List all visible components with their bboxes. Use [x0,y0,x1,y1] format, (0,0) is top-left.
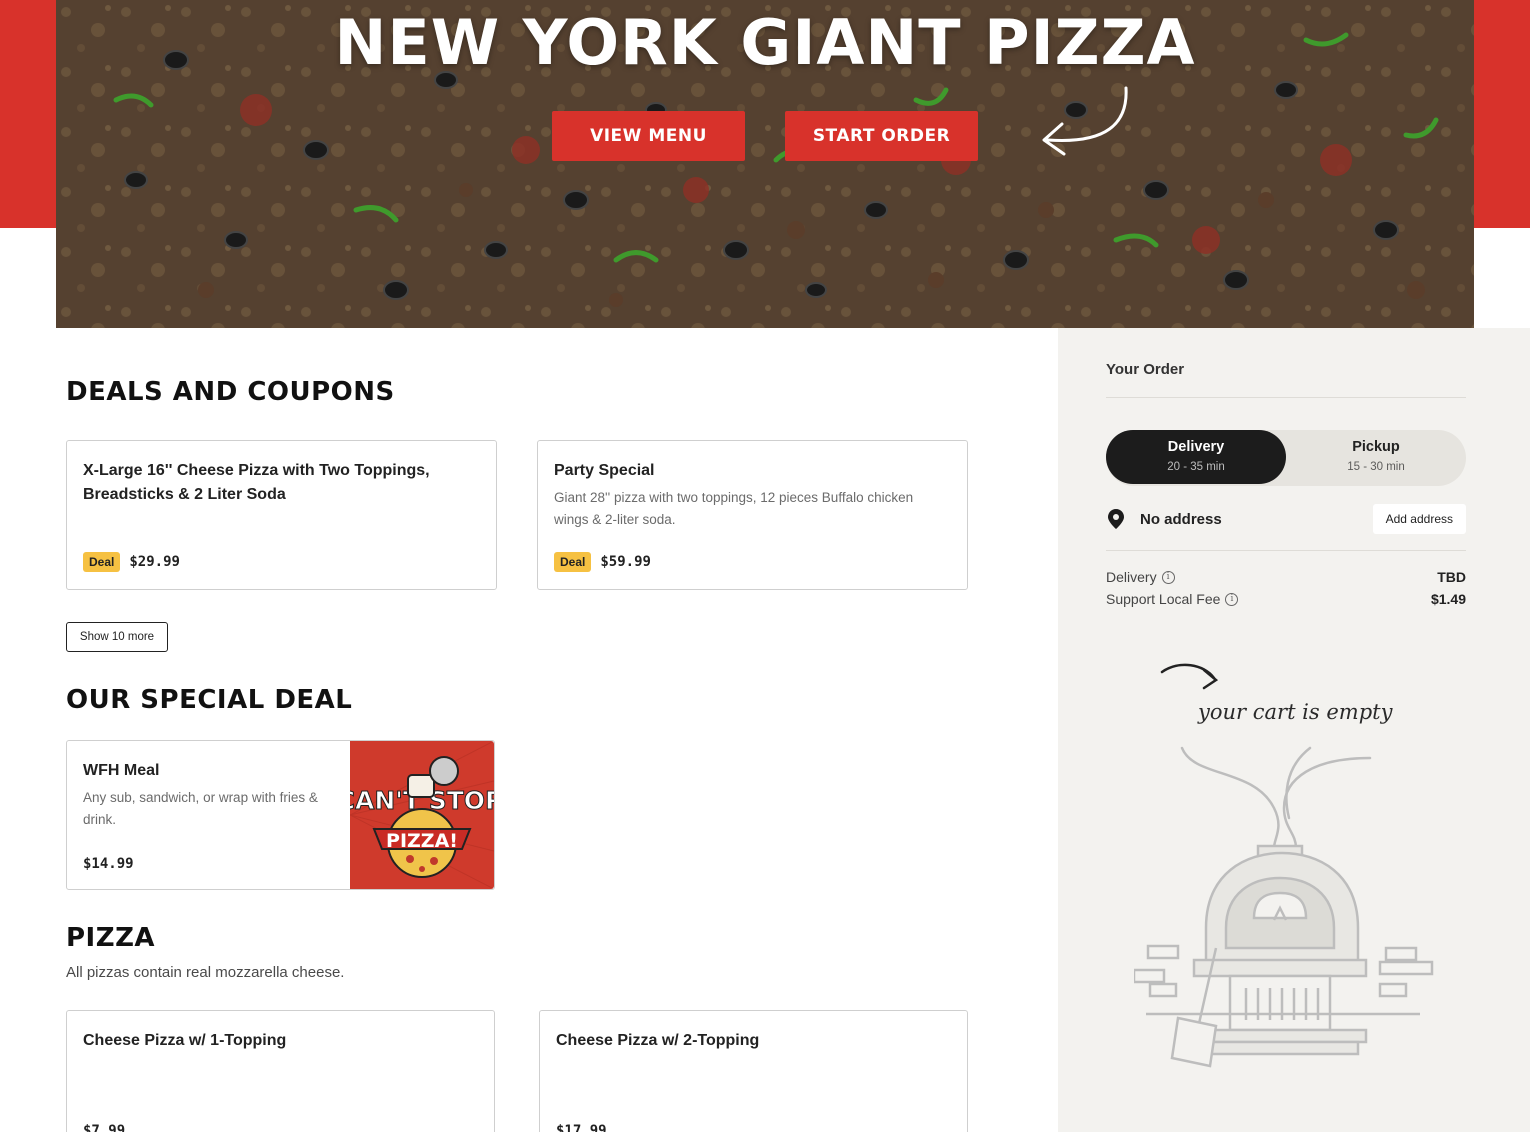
deal-card-footer: Deal $59.99 [554,552,651,572]
pickup-option-label: Pickup [1352,439,1400,455]
fee-label: Delivery i [1106,569,1175,585]
divider [1106,397,1466,398]
pizza-item-footer: $17.99 [556,1123,607,1132]
special-card-footer: $14.99 [83,856,134,872]
pizza-item-price: $7.99 [83,1123,126,1132]
special-card-description: Any sub, sandwich, or wrap with fries & … [83,790,318,827]
fulfillment-toggle: Delivery 20 - 35 min Pickup 15 - 30 min [1106,430,1466,486]
deal-card[interactable]: X-Large 16'' Cheese Pizza with Two Toppi… [66,440,497,590]
curved-arrow-icon [1042,86,1128,156]
pizza-item-title: Cheese Pizza w/ 2-Topping [556,1032,760,1049]
deal-badge: Deal [554,552,592,572]
pizza-item-title: Cheese Pizza w/ 1-Topping [83,1032,287,1049]
delivery-option-label: Delivery [1167,439,1225,455]
pizza-section-subtitle: All pizzas contain real mozzarella chees… [66,964,345,981]
pickup-option[interactable]: Pickup 15 - 30 min [1286,430,1466,484]
fee-label-text: Delivery [1106,569,1157,585]
cant-stop-pizza-image: CAN'T STOP PIZZA! [350,741,494,889]
view-menu-button[interactable]: VIEW MENU [552,111,745,161]
start-order-button[interactable]: START ORDER [785,111,978,161]
pizza-item-card[interactable]: Cheese Pizza w/ 1-Topping $7.99 [66,1010,495,1132]
deal-badge: Deal [83,552,121,572]
deal-card-description: Giant 28'' pizza with two toppings, 12 p… [554,490,914,527]
pizza-item-price: $17.99 [556,1123,607,1132]
special-deal-card[interactable]: WFH Meal Any sub, sandwich, or wrap with… [66,740,495,890]
info-icon[interactable]: i [1225,592,1239,606]
fee-value: TBD [1437,569,1466,585]
fee-label-text: Support Local Fee [1106,591,1221,607]
location-pin-icon [1108,509,1124,529]
order-sidebar: Your Order Delivery 20 - 35 min Pickup 1… [1058,328,1530,1132]
address-row: No address Add address [1106,504,1466,534]
fee-label: Support Local Fee i [1106,591,1239,607]
special-section-title: OUR SPECIAL DEAL [66,685,353,715]
address-text: No address [1140,510,1222,528]
fee-row-delivery: Delivery i TBD [1106,569,1466,585]
fee-value: $1.49 [1430,591,1466,607]
image-text-bottom: PIZZA! [386,830,458,852]
delivery-option[interactable]: Delivery 20 - 35 min [1106,430,1286,484]
special-card-title: WFH Meal [83,762,160,779]
deal-price: $29.99 [129,554,180,570]
pizza-item-footer: $7.99 [83,1123,125,1132]
deal-card[interactable]: Party Special Giant 28'' pizza with two … [537,440,968,590]
deal-card-title: X-Large 16'' Cheese Pizza with Two Toppi… [83,462,430,503]
pizza-item-card[interactable]: Cheese Pizza w/ 2-Topping $17.99 [539,1010,968,1132]
divider [1106,550,1466,551]
special-price: $14.99 [83,856,134,872]
deal-price: $59.99 [600,554,651,570]
delivery-option-time: 20 - 35 min [1167,461,1225,473]
deals-section-title: DEALS AND COUPONS [66,377,395,407]
pizza-section-title: PIZZA [66,923,156,953]
fee-row-support-local: Support Local Fee i $1.49 [1106,591,1466,607]
info-icon[interactable]: i [1161,570,1175,584]
pickup-option-time: 15 - 30 min [1347,461,1405,473]
your-order-title: Your Order [1106,361,1185,378]
deal-card-title: Party Special [554,462,655,479]
deal-card-footer: Deal $29.99 [83,552,180,572]
show-more-button[interactable]: Show 10 more [66,622,168,652]
empty-cart-text: your cart is empty [1198,700,1393,724]
add-address-button[interactable]: Add address [1372,504,1466,534]
hero-title: NEW YORK GIANT PIZZA [334,6,1196,79]
page: NEW YORK GIANT PIZZA VIEW MENU START ORD… [0,0,1530,1132]
